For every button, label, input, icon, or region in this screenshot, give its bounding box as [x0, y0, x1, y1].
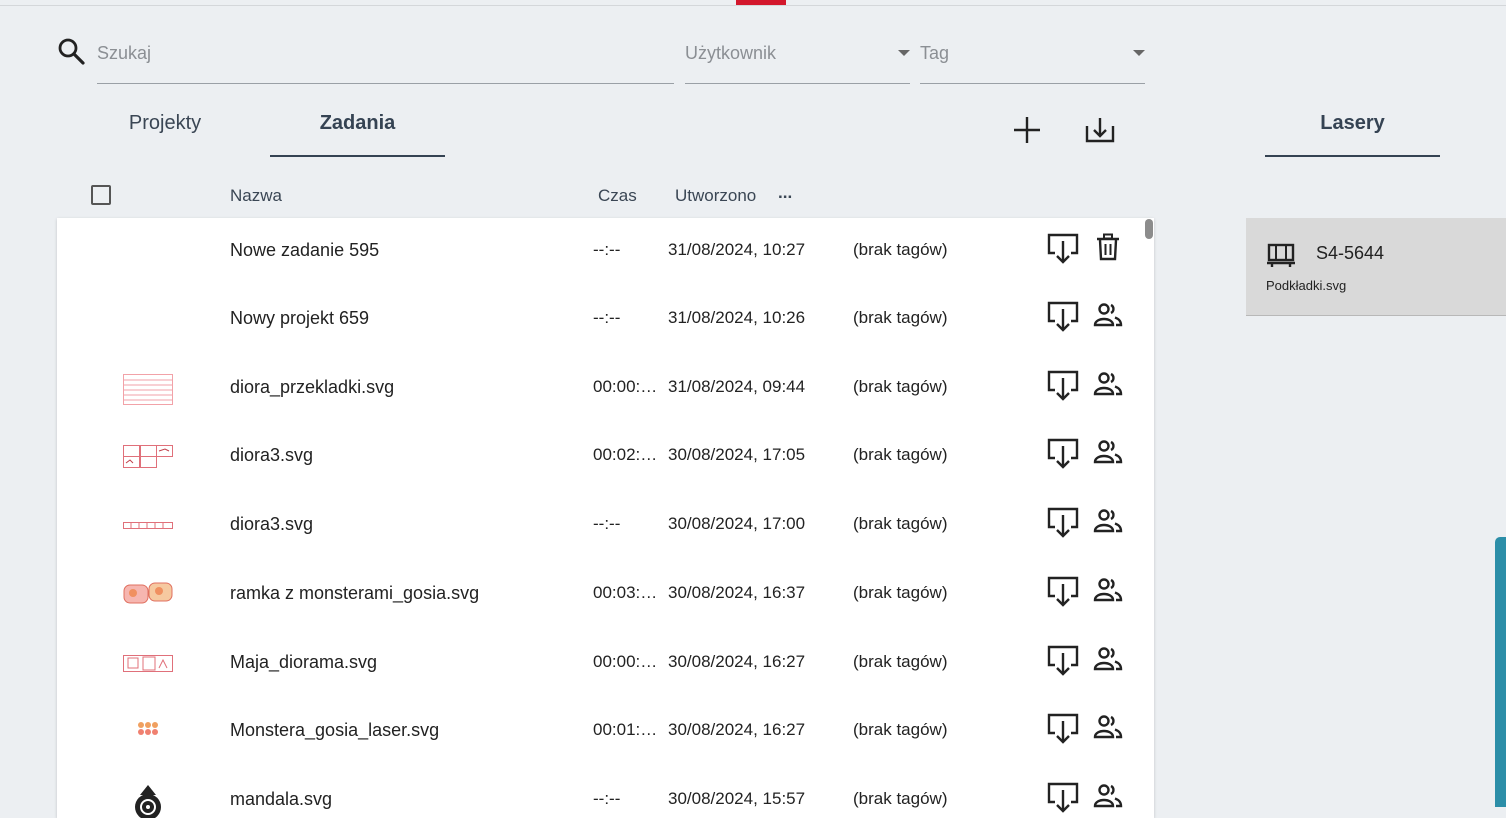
chevron-down-icon[interactable] — [898, 50, 910, 56]
send-to-laser-icon[interactable] — [1046, 369, 1080, 403]
row-name: diora_przekladki.svg — [230, 377, 395, 397]
row-created: 30/08/2024, 17:00 — [668, 514, 806, 533]
active-indicator — [736, 0, 786, 5]
add-icon[interactable] — [1009, 112, 1045, 148]
row-time: --:-- — [593, 514, 621, 533]
tab-projects[interactable]: Projekty — [95, 112, 235, 135]
tab-underline — [270, 155, 445, 157]
select-all-checkbox[interactable] — [91, 185, 111, 205]
search-icon[interactable] — [56, 36, 86, 66]
tag-filter[interactable]: Tag — [920, 40, 1145, 84]
header-name[interactable]: Nazwa — [230, 186, 282, 206]
send-to-laser-icon[interactable] — [1046, 644, 1080, 678]
tab-tasks[interactable]: Zadania — [270, 112, 445, 135]
row-time: 00:02:… — [593, 445, 658, 464]
row-tags: (brak tagów) — [853, 445, 948, 464]
send-to-laser-icon[interactable] — [1046, 300, 1080, 334]
row-tags: (brak tagów) — [853, 789, 948, 808]
task-list: Nowe zadanie 595 --:-- 31/08/2024, 10:27… — [57, 218, 1154, 818]
row-tags: (brak tagów) — [853, 720, 948, 739]
row-time: --:-- — [593, 240, 621, 259]
row-created: 31/08/2024, 09:44 — [668, 377, 806, 396]
search-field[interactable] — [97, 40, 674, 84]
table-row[interactable]: mandala.svg --:-- 30/08/2024, 15:57 (bra… — [57, 767, 1154, 818]
list-scrollbar[interactable] — [1145, 219, 1153, 239]
table-row[interactable]: Nowe zadanie 595 --:-- 31/08/2024, 10:27… — [57, 218, 1154, 286]
thumbnail — [123, 300, 173, 340]
laser-card[interactable]: S4-5644 Podkładki.svg — [1246, 218, 1506, 316]
send-to-laser-icon[interactable] — [1046, 781, 1080, 815]
row-name: Nowy projekt 659 — [230, 308, 370, 328]
row-created: 30/08/2024, 16:27 — [668, 652, 806, 671]
share-users-icon[interactable] — [1093, 712, 1123, 742]
row-tags: (brak tagów) — [853, 308, 948, 327]
row-created: 31/08/2024, 10:27 — [668, 240, 806, 259]
trash-icon[interactable] — [1093, 232, 1123, 262]
header-created[interactable]: Utworzono — [675, 186, 756, 206]
more-columns-icon[interactable]: ... — [778, 183, 792, 203]
row-tags: (brak tagów) — [853, 652, 948, 671]
thumbnail — [123, 522, 173, 529]
share-users-icon[interactable] — [1093, 575, 1123, 605]
row-name: diora3.svg — [230, 445, 314, 465]
thumbnail — [123, 445, 173, 468]
thumbnail — [135, 785, 161, 818]
tag-filter-label: Tag — [920, 43, 950, 63]
side-scroll-accent[interactable] — [1495, 537, 1506, 807]
row-tags: (brak tagów) — [853, 240, 948, 259]
table-row[interactable]: diora3.svg --:-- 30/08/2024, 17:00 (brak… — [57, 492, 1154, 560]
table-row[interactable]: ramka z monsterami_gosia.svg 00:03:… 30/… — [57, 561, 1154, 629]
tab-lasers[interactable]: Lasery — [1265, 112, 1440, 135]
send-to-laser-icon[interactable] — [1046, 232, 1080, 266]
import-icon[interactable] — [1082, 112, 1118, 148]
laser-current-file: Podkładki.svg — [1266, 278, 1347, 293]
table-row[interactable]: diora3.svg 00:02:… 30/08/2024, 17:05 (br… — [57, 423, 1154, 491]
row-created: 30/08/2024, 16:27 — [668, 720, 806, 739]
row-created: 31/08/2024, 10:26 — [668, 308, 806, 327]
row-created: 30/08/2024, 15:57 — [668, 789, 806, 808]
row-name: Maja_diorama.svg — [230, 652, 378, 672]
row-name: Nowe zadanie 595 — [230, 240, 380, 260]
row-name: diora3.svg — [230, 514, 314, 534]
thumbnail — [123, 655, 173, 672]
send-to-laser-icon[interactable] — [1046, 437, 1080, 471]
share-users-icon[interactable] — [1093, 369, 1123, 399]
table-row[interactable]: Monstera_gosia_laser.svg 00:01:… 30/08/2… — [57, 698, 1154, 766]
chevron-down-icon[interactable] — [1133, 50, 1145, 56]
row-created: 30/08/2024, 17:05 — [668, 445, 806, 464]
row-time: 00:00:… — [593, 652, 658, 671]
thumbnail — [123, 232, 173, 272]
share-users-icon[interactable] — [1093, 300, 1123, 330]
table-row[interactable]: Nowy projekt 659 --:-- 31/08/2024, 10:26… — [57, 286, 1154, 354]
share-users-icon[interactable] — [1093, 644, 1123, 674]
row-tags: (brak tagów) — [853, 514, 948, 533]
search-input[interactable] — [97, 40, 674, 64]
laser-machine-icon — [1267, 243, 1295, 267]
thumbnail — [123, 374, 173, 405]
row-tags: (brak tagów) — [853, 583, 948, 602]
send-to-laser-icon[interactable] — [1046, 506, 1080, 540]
row-time: --:-- — [593, 789, 621, 808]
row-name: Monstera_gosia_laser.svg — [230, 720, 440, 740]
thumbnail — [123, 582, 173, 604]
row-time: --:-- — [593, 308, 621, 327]
table-row[interactable]: Maja_diorama.svg 00:00:… 30/08/2024, 16:… — [57, 630, 1154, 698]
header-time[interactable]: Czas — [598, 186, 637, 206]
row-time: 00:00:… — [593, 377, 658, 396]
share-users-icon[interactable] — [1093, 437, 1123, 467]
row-time: 00:03:… — [593, 583, 658, 602]
lasers-tab-underline — [1265, 155, 1440, 157]
user-filter[interactable]: Użytkownik — [685, 40, 910, 84]
laser-id: S4-5644 — [1316, 243, 1385, 263]
row-name: ramka z monsterami_gosia.svg — [230, 583, 480, 603]
send-to-laser-icon[interactable] — [1046, 712, 1080, 746]
send-to-laser-icon[interactable] — [1046, 575, 1080, 609]
thumbnail — [138, 722, 158, 735]
share-users-icon[interactable] — [1093, 506, 1123, 536]
row-tags: (brak tagów) — [853, 377, 948, 396]
row-time: 00:01:… — [593, 720, 658, 739]
user-filter-label: Użytkownik — [685, 43, 777, 63]
row-created: 30/08/2024, 16:37 — [668, 583, 806, 602]
table-row[interactable]: diora_przekladki.svg 00:00:… 31/08/2024,… — [57, 355, 1154, 423]
